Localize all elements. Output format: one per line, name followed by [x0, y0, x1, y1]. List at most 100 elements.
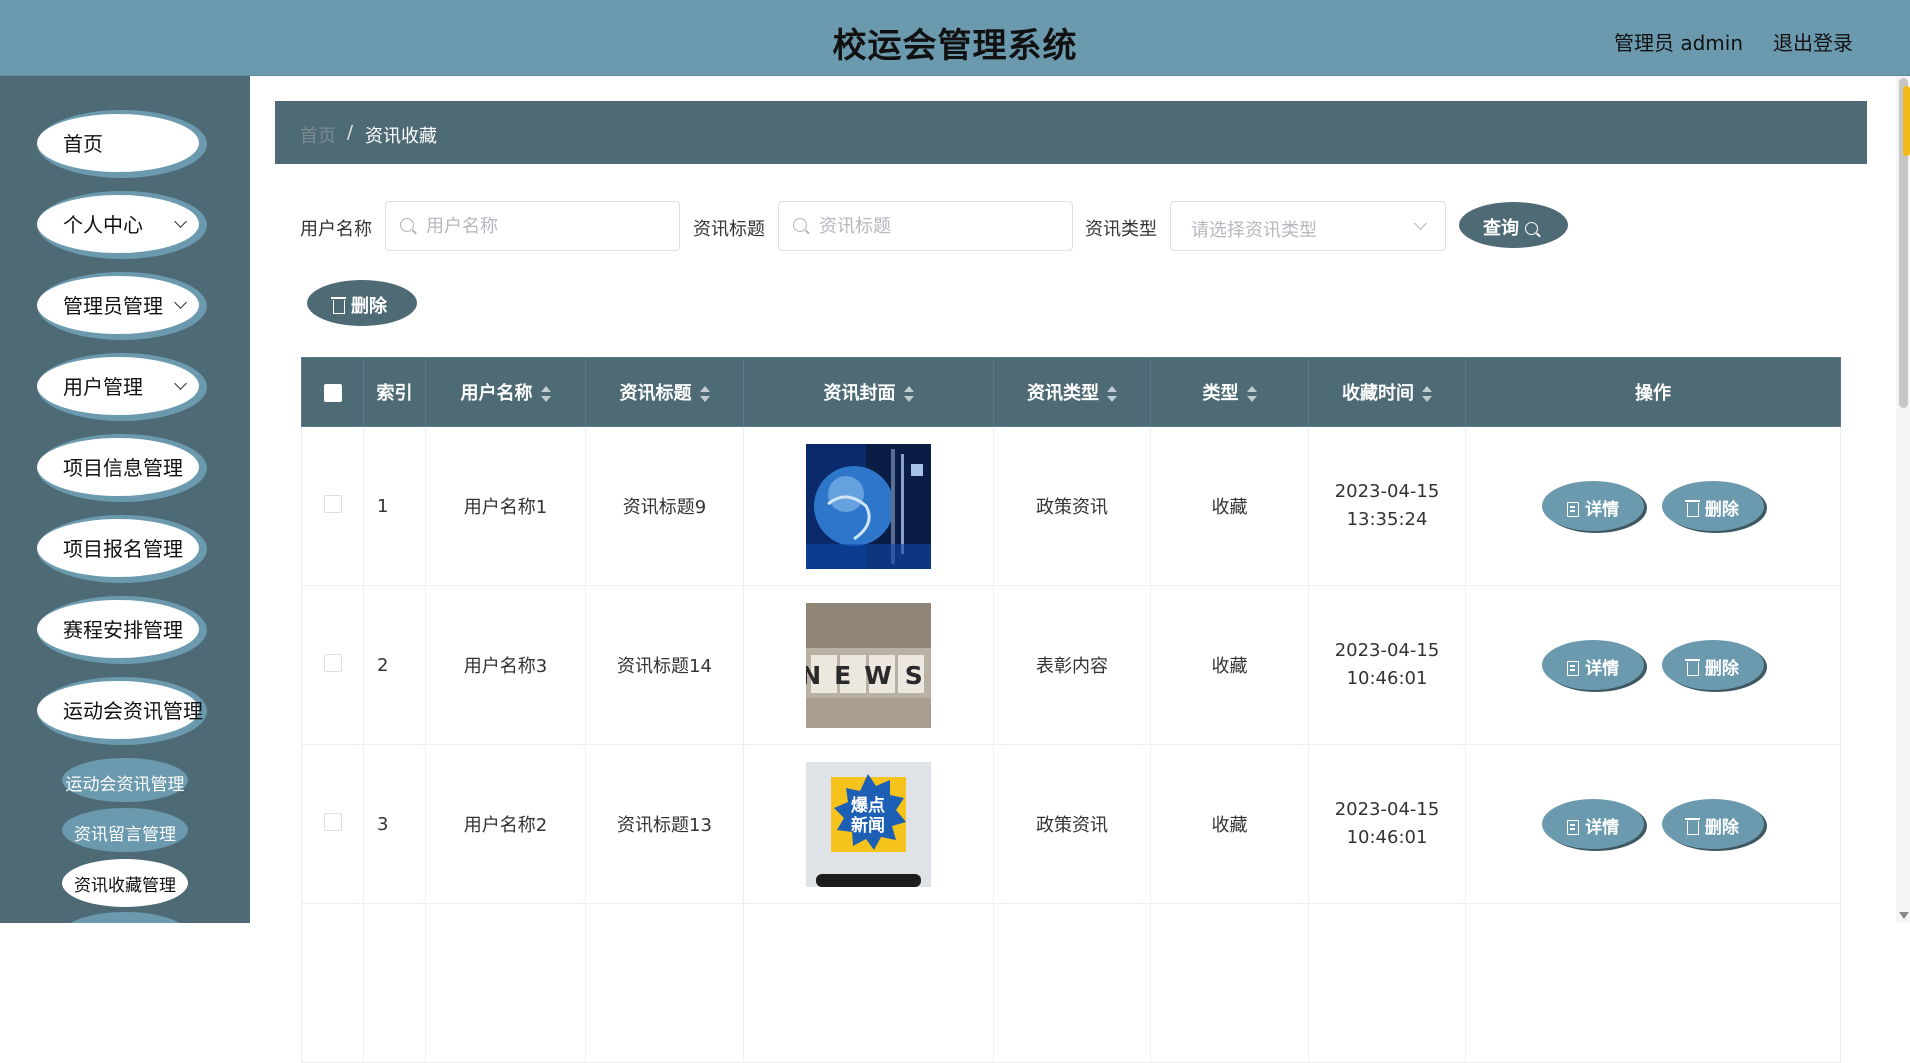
select-all-checkbox[interactable] [323, 383, 342, 402]
delete-button[interactable]: 删除 [1661, 799, 1764, 849]
row-news-type: 表彰内容 [993, 585, 1151, 745]
sort-icon[interactable] [540, 386, 551, 402]
batch-delete-button[interactable]: 删除 [307, 280, 417, 326]
title-filter-field[interactable] [778, 201, 1073, 251]
detail-button[interactable]: 详情 [1542, 481, 1645, 531]
detail-button[interactable]: 详情 [1542, 640, 1645, 690]
sidebar-item-project-registration[interactable]: 项目报名管理 [37, 515, 207, 583]
column-header-actions: 操作 [1465, 357, 1841, 427]
column-header-index: 索引 [363, 357, 426, 427]
search-icon [1525, 222, 1538, 235]
sort-icon[interactable] [1107, 386, 1117, 402]
trash-icon [1684, 818, 1700, 835]
table-header-row: 索引 用户名称 资讯标题 资讯封面 资讯类型 类型 收藏时间 操作 [301, 357, 1841, 427]
sidebar-item-admin-management[interactable]: 管理员管理 [37, 272, 207, 340]
username-filter-field[interactable] [385, 201, 680, 251]
type-select-placeholder: 请选择资讯类型 [1191, 220, 1317, 241]
breaking-news-image: 爆点 新闻 [806, 761, 931, 887]
document-icon [1567, 661, 1580, 676]
title-filter-input[interactable] [817, 202, 1066, 250]
row-title: 资讯标题13 [585, 744, 744, 904]
row-checkbox[interactable] [323, 494, 342, 513]
detail-button[interactable]: 详情 [1542, 799, 1645, 849]
sidebar-subitem-label: 资讯留言管理 [74, 825, 176, 845]
sidebar-item-home[interactable]: 首页 [37, 110, 207, 178]
column-header-news-type[interactable]: 资讯类型 [993, 357, 1151, 427]
sidebar-item-label: 首页 [63, 132, 103, 156]
breadcrumb-home-link[interactable]: 首页 [300, 122, 336, 148]
row-index: 2 [363, 585, 426, 745]
table-row: 3 用户名称2 资讯标题13 爆点 新闻 政策资讯 收藏 2023-04-15 … [301, 744, 1841, 904]
sort-icon[interactable] [1422, 386, 1432, 402]
query-button[interactable]: 查询 [1459, 202, 1568, 248]
type-filter-label: 资讯类型 [1085, 219, 1157, 240]
news-blocks-text: NEWS [806, 661, 931, 690]
favorites-table: 索引 用户名称 资讯标题 资讯封面 资讯类型 类型 收藏时间 操作 1 用户名称… [301, 357, 1841, 1063]
row-username: 用户名称1 [425, 426, 586, 586]
sidebar-item-label: 运动会资讯管理 [63, 699, 203, 723]
page-scrollbar[interactable] [1896, 76, 1910, 923]
sidebar-subitem-news-comments[interactable]: 资讯留言管理 [62, 808, 188, 852]
top-header: 校运会管理系统 管理员 admin 退出登录 [0, 0, 1910, 76]
logout-link[interactable]: 退出登录 [1773, 27, 1853, 56]
search-icon [793, 218, 807, 232]
column-header-title[interactable]: 资讯标题 [585, 357, 744, 427]
row-index: 1 [363, 426, 426, 586]
type-filter-select[interactable]: 请选择资讯类型 [1170, 201, 1446, 251]
username-filter-label: 用户名称 [300, 219, 372, 240]
sidebar-subitem-label: 资讯收藏管理 [74, 876, 176, 896]
breaking-news-line2: 新闻 [851, 815, 885, 836]
sidebar-item-label: 个人中心 [63, 213, 143, 237]
scroll-down-arrow-icon[interactable] [1899, 912, 1909, 919]
sidebar-item-personal-center[interactable]: 个人中心 [37, 191, 207, 259]
sidebar-item-schedule[interactable]: 赛程安排管理 [37, 596, 207, 664]
sidebar-subitem-news[interactable]: 运动会资讯管理 [62, 758, 188, 802]
row-checkbox[interactable] [323, 812, 342, 831]
delete-button[interactable]: 删除 [1661, 481, 1764, 531]
row-checkbox[interactable] [323, 653, 342, 672]
row-time: 2023-04-15 13:35:24 [1308, 426, 1466, 586]
row-news-type: 政策资讯 [993, 744, 1151, 904]
breadcrumb-current: 资讯收藏 [365, 126, 437, 147]
sidebar-item-label: 项目信息管理 [63, 456, 183, 480]
breadcrumb-separator: / [347, 122, 354, 143]
sidebar-subitem-label: 运动会资讯管理 [65, 775, 185, 795]
trash-icon [1684, 659, 1700, 676]
sidebar: 首页 个人中心 管理员管理 用户管理 项目信息管理 项目报名管理 赛程安排管理 … [0, 76, 250, 923]
sidebar-item-label: 管理员管理 [63, 294, 163, 318]
search-icon [400, 218, 414, 232]
document-icon [1567, 502, 1580, 517]
select-all-cell[interactable] [301, 357, 364, 427]
row-type: 收藏 [1150, 585, 1309, 745]
sidebar-item-news-management[interactable]: 运动会资讯管理 [37, 677, 207, 745]
sidebar-item-label: 项目报名管理 [63, 537, 183, 561]
sort-icon[interactable] [699, 386, 710, 402]
trash-icon [331, 297, 346, 314]
sidebar-item-label: 用户管理 [63, 375, 143, 399]
table-row [301, 903, 1841, 1063]
row-time: 2023-04-15 10:46:01 [1308, 585, 1466, 745]
query-button-label: 查询 [1483, 218, 1519, 239]
breaking-news-line1: 爆点 [851, 795, 885, 816]
table-row: 1 用户名称1 资讯标题9 政策资讯 收藏 2023-04-15 13:35:2… [301, 426, 1841, 586]
sort-icon[interactable] [1246, 386, 1257, 402]
row-title: 资讯标题14 [585, 585, 744, 745]
sidebar-item-user-management[interactable]: 用户管理 [37, 353, 207, 421]
row-username: 用户名称2 [425, 744, 586, 904]
current-user-label: 管理员 admin [1613, 31, 1743, 55]
chevron-down-icon [1414, 217, 1427, 230]
username-filter-input[interactable] [424, 202, 673, 250]
row-type: 收藏 [1150, 426, 1309, 586]
column-header-username[interactable]: 用户名称 [425, 357, 586, 427]
delete-button[interactable]: 删除 [1661, 640, 1764, 690]
sort-icon[interactable] [903, 386, 914, 402]
table-row: 2 用户名称3 资讯标题14 NEWS 表彰内容 收藏 2023-04-15 1… [301, 585, 1841, 745]
row-type: 收藏 [1150, 744, 1309, 904]
column-header-type[interactable]: 类型 [1150, 357, 1309, 427]
column-header-cover[interactable]: 资讯封面 [743, 357, 994, 427]
sidebar-subitem-more[interactable] [62, 912, 188, 923]
sidebar-item-project-info[interactable]: 项目信息管理 [37, 434, 207, 502]
row-news-type: 政策资讯 [993, 426, 1151, 586]
column-header-time[interactable]: 收藏时间 [1308, 357, 1466, 427]
sidebar-subitem-news-favorites[interactable]: 资讯收藏管理 [62, 859, 188, 907]
